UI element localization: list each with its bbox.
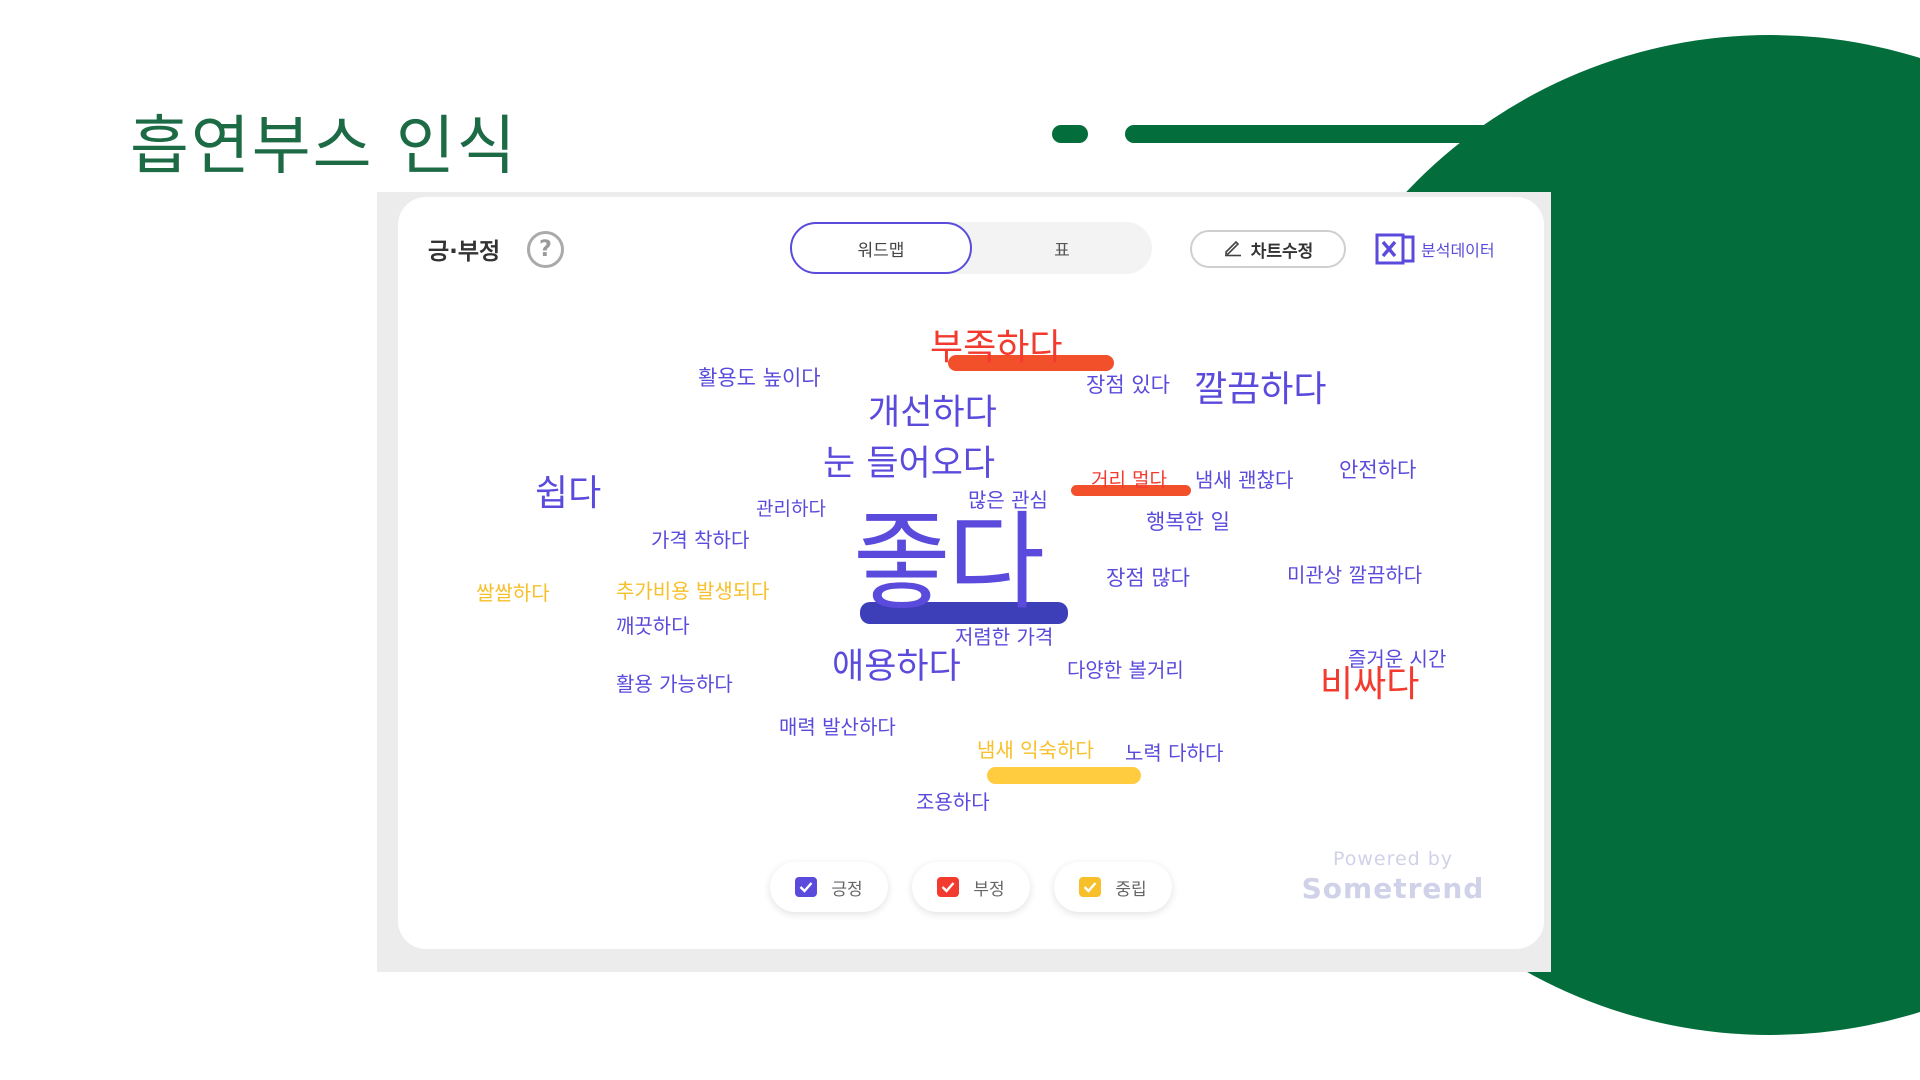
word[interactable]: 활용 가능하다 — [616, 674, 733, 694]
slide: 흡연부스 인식 긍·부정 ? 워드맵 표 차트수정 분석데이터 부족하다 활용도… — [0, 0, 1920, 1080]
decorative-pill-dot — [1052, 125, 1088, 143]
export-data-label: 분석데이터 — [1421, 241, 1495, 260]
legend-negative[interactable]: 부정 — [912, 862, 1030, 912]
panel-title: 긍·부정 — [428, 239, 501, 265]
word[interactable]: 개선하다 — [868, 396, 997, 431]
word[interactable]: 저렴한 가격 — [955, 627, 1053, 647]
word[interactable]: 눈 들어오다 — [823, 447, 995, 482]
word[interactable]: 활용도 높이다 — [698, 368, 821, 389]
decorative-pill-line — [1125, 125, 1545, 143]
word[interactable]: 다양한 볼거리 — [1067, 660, 1184, 680]
pencil-icon — [1223, 237, 1243, 262]
legend-label: 긍정 — [831, 879, 863, 900]
powered-by-watermark: Powered by Sometrend — [1298, 848, 1488, 905]
checkbox-checked-icon — [795, 877, 818, 897]
word[interactable]: 가격 착하다 — [651, 530, 749, 550]
legend-neutral[interactable]: 중립 — [1054, 862, 1172, 912]
slide-title: 흡연부스 인식 — [130, 110, 518, 184]
word[interactable]: 거리 멀다 — [1091, 471, 1167, 490]
word[interactable]: 좋다 — [853, 510, 1045, 616]
legend-positive[interactable]: 긍정 — [770, 862, 888, 912]
word[interactable]: 조용하다 — [916, 792, 990, 812]
legend-label: 중립 — [1115, 879, 1147, 900]
word[interactable]: 매력 발산하다 — [779, 717, 896, 737]
tab-wordmap[interactable]: 워드맵 — [790, 222, 972, 274]
word[interactable]: 쌀쌀하다 — [476, 583, 550, 603]
word[interactable]: 쉽다 — [535, 476, 601, 512]
word[interactable]: 깨끗하다 — [616, 616, 690, 636]
word[interactable]: 깔끔하다 — [1194, 372, 1326, 408]
word[interactable]: 미관상 깔끔하다 — [1287, 565, 1422, 585]
edit-chart-label: 차트수정 — [1250, 241, 1314, 262]
word[interactable]: 비싸다 — [1320, 667, 1419, 703]
excel-icon — [1375, 231, 1417, 267]
word[interactable]: 장점 있다 — [1086, 375, 1170, 396]
legend-label: 부정 — [973, 879, 1005, 900]
word[interactable]: 관리하다 — [756, 500, 826, 519]
question-circle-icon[interactable]: ? — [527, 231, 564, 268]
word-cloud: 부족하다 활용도 높이다 장점 있다 깔끔하다 개선하다 눈 들어오다 거리 멀… — [398, 280, 1544, 840]
word[interactable]: 냄새 익숙하다 — [977, 740, 1094, 760]
word[interactable]: 장점 많다 — [1106, 568, 1190, 589]
powered-by-text: Powered by — [1332, 848, 1454, 870]
tab-table[interactable]: 표 — [972, 222, 1152, 274]
word[interactable]: 추가비용 발생되다 — [616, 581, 770, 601]
export-data-button[interactable]: 분석데이터 — [1375, 230, 1495, 268]
word[interactable]: 노력 다하다 — [1125, 743, 1223, 763]
edit-chart-button[interactable]: 차트수정 — [1190, 230, 1346, 268]
word[interactable]: 안전하다 — [1339, 460, 1416, 481]
word[interactable]: 애용하다 — [832, 650, 961, 685]
checkbox-checked-icon — [937, 877, 960, 897]
word[interactable]: 부족하다 — [930, 330, 1062, 366]
word[interactable]: 행복한 일 — [1146, 512, 1230, 533]
checkbox-checked-icon — [1079, 877, 1102, 897]
highlight-mark-neutral — [987, 767, 1141, 784]
brand-logo-text: Sometrend — [1301, 872, 1485, 905]
word[interactable]: 냄새 괜찮다 — [1195, 470, 1293, 490]
